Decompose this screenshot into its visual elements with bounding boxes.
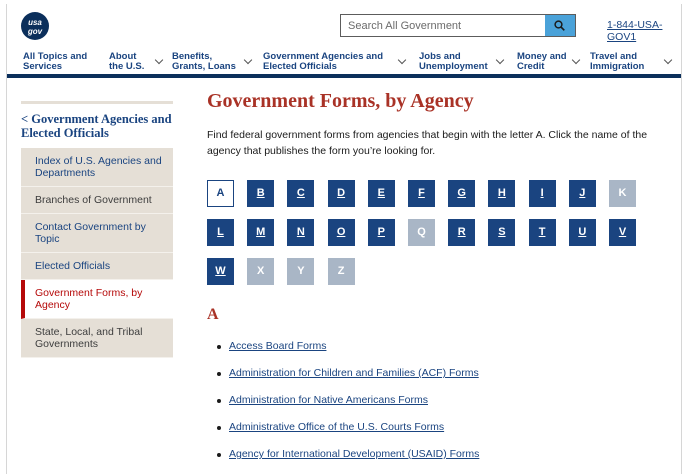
letter-o-button[interactable]: O	[327, 219, 355, 246]
letter-w-button[interactable]: W	[207, 258, 234, 285]
letter-a-button: A	[207, 180, 234, 207]
chevron-down-icon	[495, 55, 505, 65]
nav-label-line2: Credit	[517, 61, 545, 72]
search-button[interactable]	[545, 15, 575, 36]
letter-y-button: Y	[287, 258, 315, 285]
sidebar-item-branches[interactable]: Branches of Government	[21, 187, 173, 214]
agency-link[interactable]: Agency for International Development (US…	[229, 448, 479, 460]
agency-link[interactable]: Administrative Office of the U.S. Courts…	[229, 421, 444, 433]
list-item: Administration for Native Americans Form…	[217, 394, 479, 421]
sidebar-list: Index of U.S. Agencies and Departments B…	[21, 148, 173, 358]
agency-link[interactable]: Administration for Children and Families…	[229, 367, 479, 379]
nav-all-topics[interactable]: All Topics and Services	[23, 52, 87, 72]
nav-about-us[interactable]: About the U.S.	[109, 52, 164, 72]
intro-text: Find federal government forms from agenc…	[207, 129, 648, 157]
letter-s-button[interactable]: S	[488, 219, 516, 246]
letter-x-button: X	[247, 258, 275, 285]
letter-k-button: K	[609, 180, 636, 207]
search-input[interactable]	[341, 15, 545, 36]
bullet-icon	[217, 372, 221, 376]
agency-link[interactable]: Administration for Native Americans Form…	[229, 394, 428, 406]
nav-label-line2: Grants, Loans	[172, 61, 236, 72]
list-item: Administration for Children and Families…	[217, 367, 479, 394]
letter-h-button[interactable]: H	[488, 180, 516, 207]
bullet-icon	[217, 426, 221, 430]
nav-gov-agencies[interactable]: Government Agencies and Elected Official…	[263, 52, 407, 72]
sidebar-item-contact-by-topic[interactable]: Contact Government by Topic	[21, 214, 173, 253]
letter-q-button: Q	[408, 219, 435, 246]
letter-g-button[interactable]: G	[448, 180, 476, 207]
letter-d-button[interactable]: D	[327, 180, 355, 207]
sidebar-item-state-local-tribal[interactable]: State, Local, and Tribal Governments	[21, 319, 173, 358]
nav-travel[interactable]: Travel and Immigration	[590, 52, 673, 72]
sidebar: < Government Agencies and Elected Offici…	[21, 101, 173, 358]
search-box	[340, 14, 576, 37]
chevron-down-icon	[154, 55, 164, 65]
page-title: Government Forms, by Agency	[207, 90, 474, 112]
nav-jobs[interactable]: Jobs and Unemployment	[419, 52, 505, 72]
letter-c-button[interactable]: C	[287, 180, 315, 207]
letter-e-button[interactable]: E	[367, 180, 395, 207]
bullet-icon	[217, 345, 221, 349]
sidebar-item-forms-by-agency[interactable]: Government Forms, by Agency	[21, 280, 173, 319]
search-icon	[554, 20, 565, 31]
letter-i-button[interactable]: I	[528, 180, 556, 207]
letter-l-button[interactable]: L	[207, 219, 234, 246]
agency-link[interactable]: Access Board Forms	[229, 340, 326, 352]
agency-list: Access Board Forms Administration for Ch…	[217, 340, 479, 474]
list-item: Agency for International Development (US…	[217, 448, 479, 474]
phone-link[interactable]: 1-844-USA-GOV1	[607, 19, 681, 43]
sidebar-item-elected-officials[interactable]: Elected Officials	[21, 253, 173, 280]
nav-label-line2: Elected Officials	[263, 61, 337, 72]
chevron-down-icon	[571, 55, 581, 65]
letter-t-button[interactable]: T	[528, 219, 556, 246]
chevron-down-icon	[663, 55, 673, 65]
sidebar-item-agency-index[interactable]: Index of U.S. Agencies and Departments	[21, 148, 173, 187]
list-item: Administrative Office of the U.S. Courts…	[217, 421, 479, 448]
letter-u-button[interactable]: U	[568, 219, 596, 246]
sidebar-header: < Government Agencies and Elected Offici…	[21, 101, 173, 146]
sidebar-back-link[interactable]: < Government Agencies and Elected Offici…	[21, 112, 173, 146]
nav-label-line2: the U.S.	[109, 61, 145, 72]
letter-j-button[interactable]: J	[568, 180, 596, 207]
nav-money[interactable]: Money and Credit	[517, 52, 581, 72]
page: usa gov 1-844-USA-GOV1 All Topics and Se…	[6, 4, 682, 474]
chevron-down-icon	[397, 55, 407, 65]
letter-f-button[interactable]: F	[408, 180, 435, 207]
main-nav: All Topics and Services About the U.S. B…	[7, 48, 681, 78]
chevron-down-icon	[243, 55, 253, 65]
section-letter-heading: A	[207, 306, 219, 323]
letter-v-button[interactable]: V	[609, 219, 636, 246]
main-content: Government Forms, by Agency Find federal…	[207, 90, 667, 159]
site-header: usa gov 1-844-USA-GOV1	[7, 4, 681, 48]
nav-label-line2: Services	[23, 61, 63, 72]
letter-b-button[interactable]: B	[247, 180, 275, 207]
letter-n-button[interactable]: N	[287, 219, 315, 246]
bullet-icon	[217, 453, 221, 457]
nav-label-line2: Immigration	[590, 61, 645, 72]
bullet-icon	[217, 399, 221, 403]
nav-benefits[interactable]: Benefits, Grants, Loans	[172, 52, 253, 72]
list-item: Access Board Forms	[217, 340, 479, 367]
letter-r-button[interactable]: R	[448, 219, 476, 246]
usagov-logo[interactable]: usa gov	[21, 12, 49, 40]
letter-z-button: Z	[327, 258, 355, 285]
letter-p-button[interactable]: P	[367, 219, 395, 246]
letter-m-button[interactable]: M	[247, 219, 275, 246]
nav-label-line2: Unemployment	[419, 61, 488, 72]
